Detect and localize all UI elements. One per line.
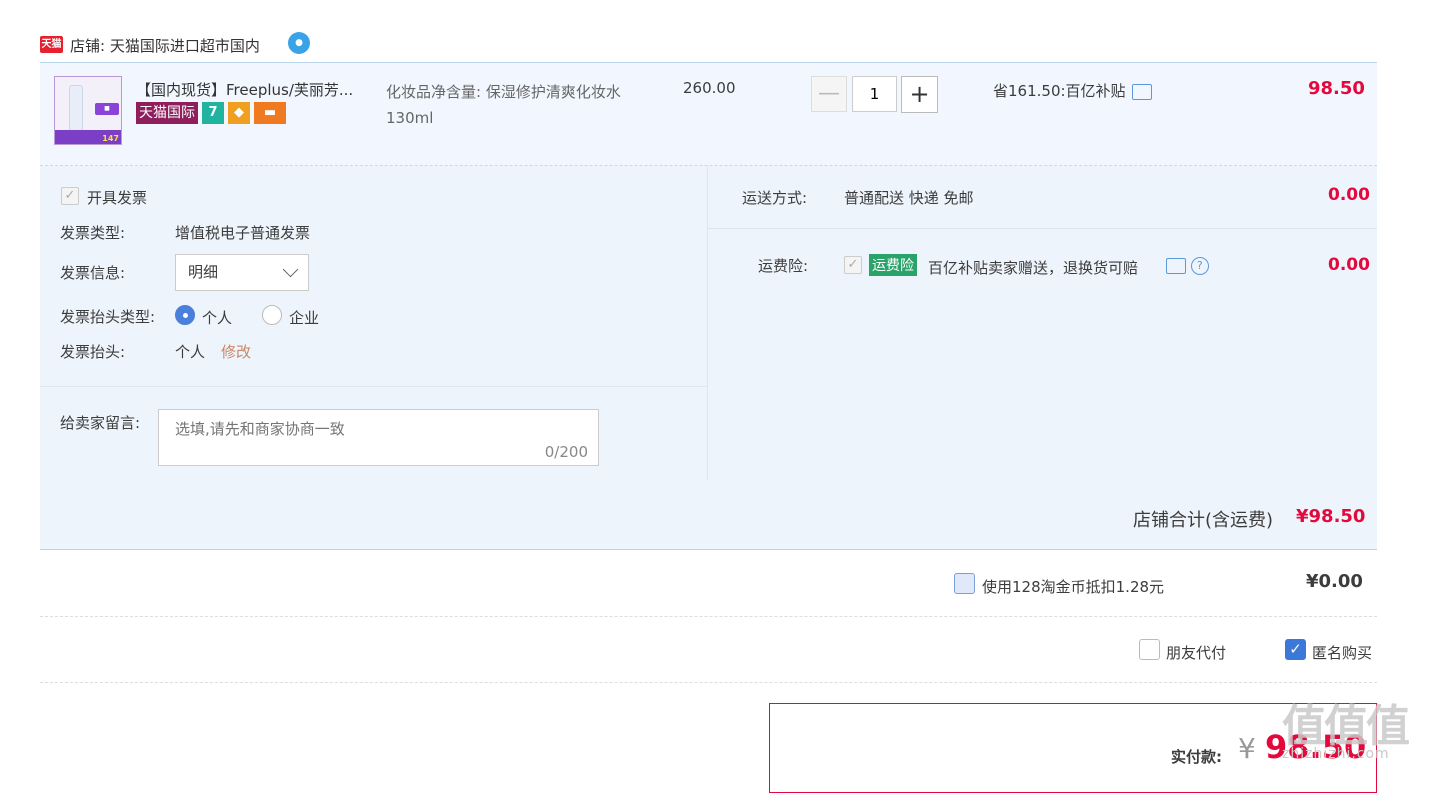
friend-pay-label[interactable]: 朋友代付	[1166, 642, 1226, 663]
comment-icon[interactable]	[1131, 83, 1152, 100]
coin-deduct-label[interactable]: 使用128淘金币抵扣1.28元	[982, 576, 1164, 597]
chevron-down-icon	[282, 261, 299, 278]
invoice-title-type-label: 发票抬头类型:	[60, 308, 156, 326]
memo-box: 0/200	[158, 409, 599, 466]
panel-divider	[707, 166, 708, 480]
thumb-price: 147	[102, 134, 119, 143]
card-payment-badge-icon: ▬	[254, 102, 286, 124]
invoice-title-label: 发票抬头:	[60, 343, 126, 361]
watermark-logo: 值值值	[1282, 701, 1410, 752]
memo-char-count: 0/200	[544, 443, 588, 461]
anonymous-label[interactable]: 匿名购买	[1312, 642, 1372, 663]
invoice-checkbox[interactable]: ✓	[61, 187, 79, 205]
payment-currency: ¥	[1238, 732, 1256, 765]
insurance-icons: ?	[1166, 256, 1209, 275]
invoice-open-label: 开具发票	[87, 189, 148, 207]
friend-pay-checkbox[interactable]	[1139, 639, 1160, 660]
store-total-value: ¥98.50	[1296, 506, 1366, 527]
row-divider	[40, 616, 1377, 617]
shipping-divider	[708, 228, 1377, 229]
radio-personal[interactable]	[175, 305, 195, 325]
insurance-label: 运费险:	[758, 257, 809, 275]
memo-label: 给卖家留言:	[60, 414, 141, 432]
wangwang-chat-icon[interactable]: ●	[288, 32, 310, 54]
comment-icon[interactable]	[1166, 257, 1186, 274]
anonymous-checkbox[interactable]: ✓	[1285, 639, 1306, 660]
store-total-label: 店铺合计(含运费)	[1133, 510, 1274, 531]
saving-text: 省161.50:百亿补贴	[993, 82, 1126, 100]
product-title[interactable]: 【国内现货】Freeplus/芙丽芳...	[136, 79, 353, 100]
item-total-price: 98.50	[1308, 78, 1365, 99]
help-icon[interactable]: ?	[1190, 256, 1209, 275]
memo-divider	[40, 386, 707, 387]
coin-deduct-value: ¥0.00	[1306, 571, 1363, 592]
radio-company[interactable]	[262, 305, 282, 325]
seven-day-return-badge: 7	[202, 102, 224, 124]
unit-price: 260.00	[683, 79, 736, 97]
quantity-decrease-button[interactable]: —	[811, 76, 847, 112]
insurance-badge: 运费险	[869, 254, 917, 276]
radio-company-label[interactable]: 企业	[289, 307, 319, 328]
insurance-desc: 百亿补贴卖家赠送，退换货可赔	[928, 259, 1139, 277]
coin-deduct-checkbox[interactable]	[954, 573, 975, 594]
invoice-title-value: 个人	[175, 343, 206, 361]
insurance-cost: 0.00	[1328, 255, 1370, 275]
insurance-checkbox[interactable]: ✓	[844, 256, 862, 274]
tmall-global-badge: 天猫国际	[136, 102, 198, 124]
invoice-type-value: 增值税电子普通发票	[175, 224, 311, 242]
saving-info: 省161.50:百亿补贴	[993, 80, 1152, 101]
product-thumbnail[interactable]: ■ 147	[54, 76, 122, 145]
product-sku: 化妆品净含量: 保湿修护清爽化妆水130ml	[386, 83, 621, 127]
shipping-cost: 0.00	[1328, 185, 1370, 205]
watermark-url: zhizhizhi.com	[1282, 746, 1390, 762]
thumb-tag: ■	[95, 103, 119, 115]
quantity-increase-button[interactable]: +	[901, 76, 938, 113]
row-divider	[40, 682, 1377, 683]
product-badges: 天猫国际 7 ◆ ▬	[136, 102, 286, 124]
invoice-info-label: 发票信息:	[60, 264, 126, 282]
shipping-label: 运送方式:	[742, 189, 808, 207]
radio-personal-label[interactable]: 个人	[202, 307, 232, 328]
invoice-edit-link[interactable]: 修改	[221, 341, 251, 362]
payment-label: 实付款:	[1171, 748, 1222, 766]
guarantee-badge-icon: ◆	[228, 102, 250, 124]
invoice-info-select[interactable]: 明细	[175, 254, 309, 291]
invoice-info-value: 明细	[188, 263, 219, 281]
shipping-panel	[708, 166, 1377, 480]
memo-input[interactable]	[159, 410, 598, 465]
quantity-input[interactable]	[852, 76, 897, 112]
invoice-type-label: 发票类型:	[60, 224, 126, 242]
shop-name[interactable]: 店铺: 天猫国际进口超市国内	[70, 35, 260, 56]
tmall-logo: 天猫	[40, 36, 63, 53]
shipping-method: 普通配送 快递 免邮	[844, 189, 974, 207]
